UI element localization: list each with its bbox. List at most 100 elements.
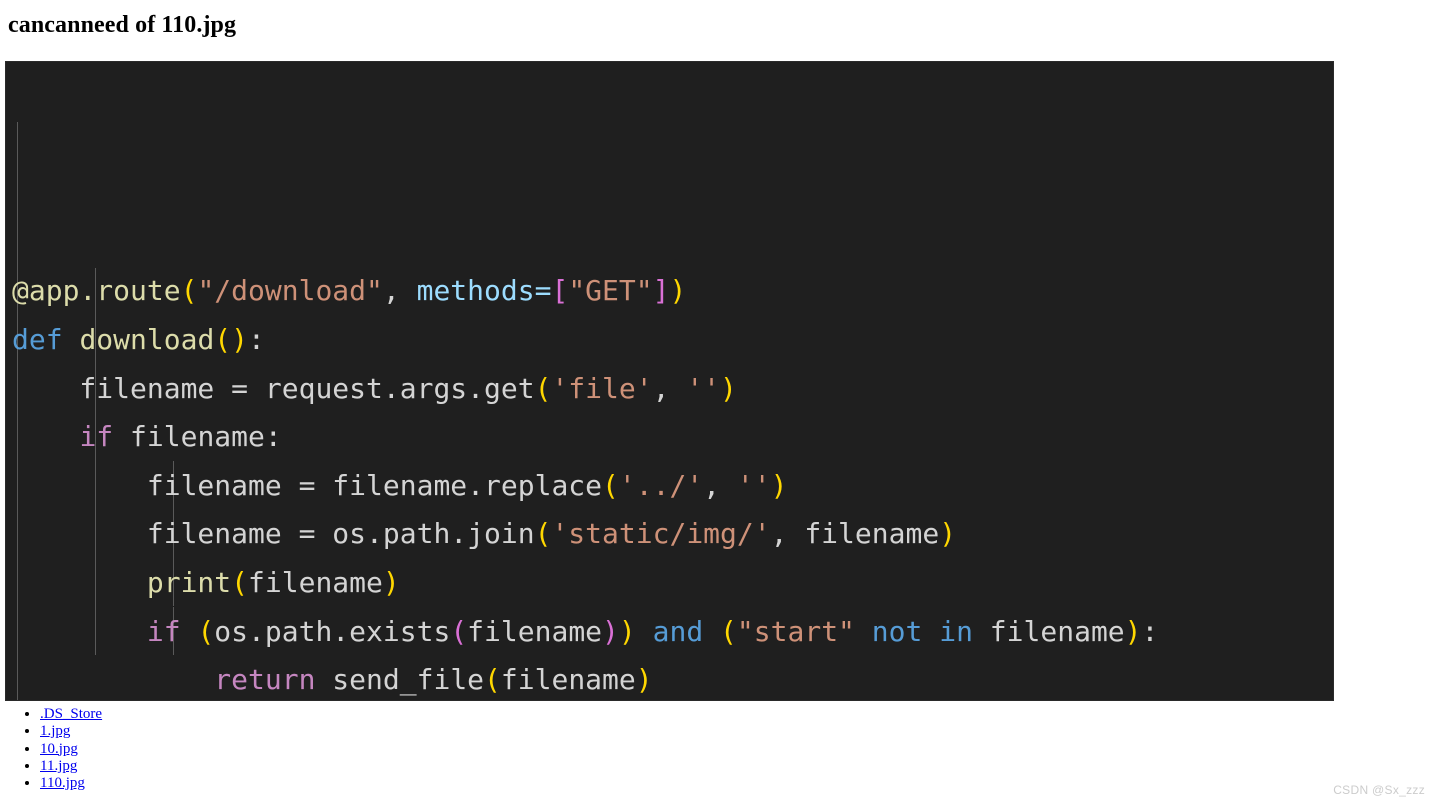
code-token: '' xyxy=(686,371,721,405)
file-link[interactable]: 10.jpg xyxy=(40,741,78,757)
file-link[interactable]: .DS_Store xyxy=(40,706,102,722)
code-line: if filename: xyxy=(6,413,1333,462)
code-token: filename xyxy=(12,517,299,551)
code-token: ) xyxy=(231,322,249,356)
code-token: os.path.exists xyxy=(214,614,451,648)
code-token: ( xyxy=(720,614,737,648)
code-line: filename = request.args.get('file', '') xyxy=(6,365,1333,414)
code-line: filename = os.path.join('static/img/', f… xyxy=(6,510,1333,559)
code-token: and xyxy=(652,614,704,648)
code-token: filename.replace xyxy=(332,468,603,502)
code-token: "GET" xyxy=(568,274,653,308)
list-item: 11.jpg xyxy=(40,758,102,775)
code-token: [ xyxy=(551,274,569,308)
code-token: return xyxy=(214,663,316,697)
code-lines: @app.route("/download", methods=["GET"])… xyxy=(6,267,1333,700)
list-item: 1.jpg xyxy=(40,723,102,740)
code-token: filename xyxy=(467,614,603,648)
code-token: def xyxy=(12,322,63,356)
code-block: @app.route("/download", methods=["GET"])… xyxy=(5,61,1334,701)
code-token: = xyxy=(298,468,333,502)
list-item: 10.jpg xyxy=(40,741,102,758)
code-token: methods xyxy=(416,274,535,308)
code-token: : xyxy=(1141,614,1159,648)
code-token: 'file' xyxy=(551,371,653,405)
code-token: 'static/img/' xyxy=(551,517,771,551)
code-line: return send_file(filename) xyxy=(6,656,1333,700)
code-line: @app.route("/download", methods=["GET"]) xyxy=(6,267,1333,316)
list-item: .DS_Store xyxy=(40,706,102,723)
code-token: request.args.get xyxy=(264,371,535,405)
code-token: ) xyxy=(602,614,619,648)
code-token: ( xyxy=(450,614,468,648)
code-token: filename xyxy=(248,565,383,599)
code-line: if (os.path.exists(filename)) and ("star… xyxy=(6,608,1333,657)
code-token: ) xyxy=(382,565,400,599)
code-token: @app.route xyxy=(12,274,181,308)
code-line: def download(): xyxy=(6,316,1333,365)
code-token: print xyxy=(146,565,232,599)
code-token: ) xyxy=(720,371,737,405)
code-token: ( xyxy=(214,322,232,356)
code-token: ) xyxy=(635,663,653,697)
code-token: ( xyxy=(602,468,619,502)
watermark: CSDN @Sx_zzz xyxy=(1333,783,1425,797)
page-title: cancanneed of 110.jpg xyxy=(8,12,237,38)
code-token: filename xyxy=(804,517,940,551)
code-token: "start" xyxy=(736,614,855,648)
code-token: ) xyxy=(770,468,788,502)
code-token: in xyxy=(939,614,973,648)
code-token: ) xyxy=(1124,614,1142,648)
code-token: os.path.join xyxy=(332,517,535,551)
code-token: ( xyxy=(180,274,198,308)
file-link[interactable]: 1.jpg xyxy=(40,723,70,739)
code-token: ) xyxy=(618,614,636,648)
file-link[interactable]: 11.jpg xyxy=(40,758,77,774)
code-token: : xyxy=(248,322,265,356)
code-token: , xyxy=(703,468,737,502)
code-token: = xyxy=(298,517,333,551)
code-token: ) xyxy=(939,517,957,551)
code-token: ( xyxy=(197,614,215,648)
code-token: = xyxy=(534,274,552,308)
code-token: filename xyxy=(113,420,265,454)
code-token: = xyxy=(231,371,265,405)
code-token: ] xyxy=(652,274,670,308)
file-link[interactable]: 110.jpg xyxy=(40,775,85,791)
code-token: ( xyxy=(231,565,249,599)
code-token: filename xyxy=(12,468,299,502)
code-token: ( xyxy=(534,517,552,551)
list-item: 110.jpg xyxy=(40,775,102,792)
code-content: @app.route("/download", methods=["GET"])… xyxy=(6,62,1333,700)
code-token: not xyxy=(871,614,923,648)
code-token: , xyxy=(382,274,417,308)
code-token: ) xyxy=(669,274,687,308)
code-token: ( xyxy=(534,371,552,405)
code-token: : xyxy=(264,420,282,454)
code-line: filename = filename.replace('../', '') xyxy=(6,462,1333,511)
code-token: download xyxy=(79,322,215,356)
code-token: '../' xyxy=(618,468,704,502)
code-token: ( xyxy=(484,663,501,697)
code-token: "/download" xyxy=(197,274,383,308)
code-token: if xyxy=(79,420,114,454)
code-token: send_file xyxy=(315,663,485,697)
code-token: , xyxy=(770,517,805,551)
code-token: , xyxy=(652,371,687,405)
code-token: filename xyxy=(972,614,1125,648)
code-token: if xyxy=(146,614,181,648)
code-token: filename xyxy=(12,371,232,405)
code-line: print(filename) xyxy=(6,559,1333,608)
code-token: filename xyxy=(500,663,636,697)
code-token: '' xyxy=(736,468,771,502)
file-list: .DS_Store1.jpg 10.jpg11.jpg110.jpg xyxy=(0,706,102,792)
